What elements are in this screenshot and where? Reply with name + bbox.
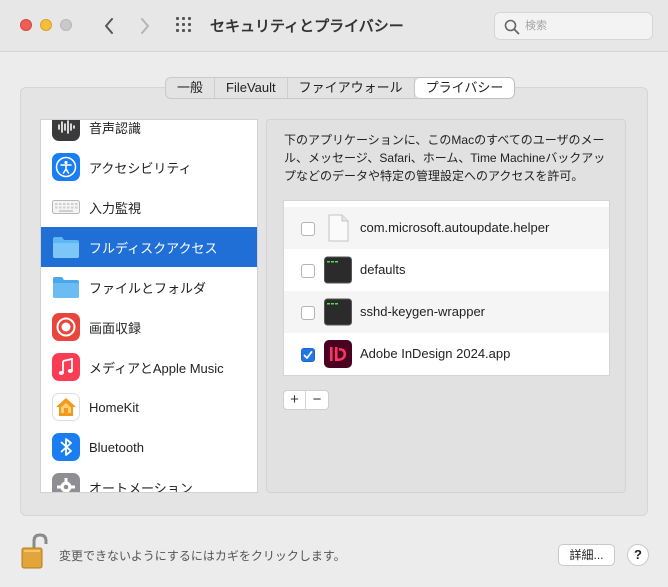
- app-checkbox[interactable]: [301, 348, 315, 362]
- tab-filevault[interactable]: FileVault: [215, 78, 288, 98]
- sidebar-item-bluetooth[interactable]: Bluetooth: [41, 427, 257, 467]
- sidebar-item-label: Bluetooth: [89, 439, 144, 455]
- sidebar-item-label: 音声認識: [89, 120, 142, 136]
- close-window-button[interactable]: [20, 19, 32, 31]
- window-title: セキュリティとプライバシー: [210, 18, 404, 35]
- chevron-right-icon: [141, 18, 149, 34]
- sidebar-item-media-apple-music[interactable]: メディアとApple Music: [41, 347, 257, 387]
- checkmark-icon: [303, 351, 313, 359]
- app-row[interactable]: sshd-keygen-wrapper: [284, 291, 609, 333]
- sidebar-item-label: メディアとApple Music: [89, 360, 224, 376]
- tab-privacy[interactable]: プライバシー: [414, 78, 515, 98]
- back-button[interactable]: [98, 14, 120, 38]
- app-name: com.microsoft.autoupdate.helper: [360, 220, 550, 235]
- search-field[interactable]: [494, 12, 653, 40]
- home-icon: [52, 393, 80, 421]
- advanced-button[interactable]: 詳細...: [558, 544, 615, 566]
- folder-icon: [52, 233, 80, 261]
- search-icon: [504, 19, 520, 35]
- sidebar-item-files-and-folders[interactable]: ファイルとフォルダ: [41, 267, 257, 307]
- sidebar-item-label: 入力監視: [89, 200, 142, 216]
- keyboard-icon: [52, 193, 80, 221]
- zoom-window-button[interactable]: [60, 19, 72, 31]
- app-checkbox[interactable]: [301, 306, 315, 320]
- document-icon: [324, 214, 352, 242]
- sidebar-item-homekit[interactable]: HomeKit: [41, 387, 257, 427]
- tab-firewall[interactable]: ファイアウォール: [288, 78, 415, 98]
- sidebar-item-label: HomeKit: [89, 399, 139, 415]
- music-icon: [52, 353, 80, 381]
- gear-icon: [52, 473, 80, 492]
- show-all-grid-button[interactable]: [176, 17, 194, 35]
- sidebar-item-accessibility[interactable]: アクセシビリティ: [41, 147, 257, 187]
- sidebar-item-label: アクセシビリティ: [89, 160, 192, 176]
- access-description: 下のアプリケーションに、このMacのすべてのユーザのメール、メッセージ、Safa…: [284, 133, 606, 183]
- sidebar-item-automation[interactable]: オートメーション: [41, 467, 257, 493]
- lock-hint-text: 変更できないようにするにはカギをクリックします。: [59, 549, 346, 563]
- folder-icon: [52, 273, 80, 301]
- remove-app-button[interactable]: −: [306, 391, 328, 409]
- title-bar: セキュリティとプライバシー: [0, 0, 668, 52]
- accessibility-icon: [52, 153, 80, 181]
- terminal-icon: [324, 298, 352, 326]
- lock-icon[interactable]: [20, 532, 52, 570]
- add-remove-control: + −: [283, 390, 329, 410]
- sidebar-item-full-disk-access[interactable]: フルディスクアクセス: [41, 227, 257, 267]
- help-button[interactable]: ?: [627, 544, 649, 566]
- sidebar-item-label: 画面収録: [89, 320, 142, 336]
- app-checkbox[interactable]: [301, 222, 315, 236]
- tab-general[interactable]: 一般: [166, 78, 216, 98]
- forward-button[interactable]: [134, 14, 156, 38]
- chevron-left-icon: [105, 18, 113, 34]
- app-list[interactable]: com.microsoft.autoupdate.helper defaults…: [283, 200, 610, 376]
- app-name: Adobe InDesign 2024.app: [360, 346, 511, 361]
- app-checkbox[interactable]: [301, 264, 315, 278]
- minimize-window-button[interactable]: [40, 19, 52, 31]
- app-name: sshd-keygen-wrapper: [360, 304, 486, 319]
- terminal-icon: [324, 256, 352, 284]
- app-name: defaults: [360, 262, 406, 277]
- waveform-icon: [52, 120, 80, 141]
- bluetooth-icon: [52, 433, 80, 461]
- sidebar-item-label: ファイルとフォルダ: [89, 280, 207, 296]
- sidebar-item-screen-recording[interactable]: 画面収録: [41, 307, 257, 347]
- tab-bar: 一般 FileVault ファイアウォール プライバシー: [165, 77, 516, 99]
- app-row[interactable]: defaults: [284, 249, 609, 291]
- indesign-icon: [324, 340, 352, 368]
- add-app-button[interactable]: +: [284, 391, 306, 409]
- sidebar-item-input-monitoring[interactable]: 入力監視: [41, 187, 257, 227]
- search-input[interactable]: [525, 17, 645, 35]
- sidebar-item-speech-recognition[interactable]: 音声認識: [41, 120, 257, 147]
- sidebar-item-label: フルディスクアクセス: [89, 240, 218, 256]
- app-row[interactable]: com.microsoft.autoupdate.helper: [284, 207, 609, 249]
- app-row[interactable]: Adobe InDesign 2024.app: [284, 333, 609, 375]
- sidebar-item-label: オートメーション: [89, 480, 193, 493]
- privacy-category-list[interactable]: 音声認識 アクセシビリティ 入力監視 フルディスクアクセス ファイルとフォルダ …: [40, 119, 258, 493]
- screen-record-icon: [52, 313, 80, 341]
